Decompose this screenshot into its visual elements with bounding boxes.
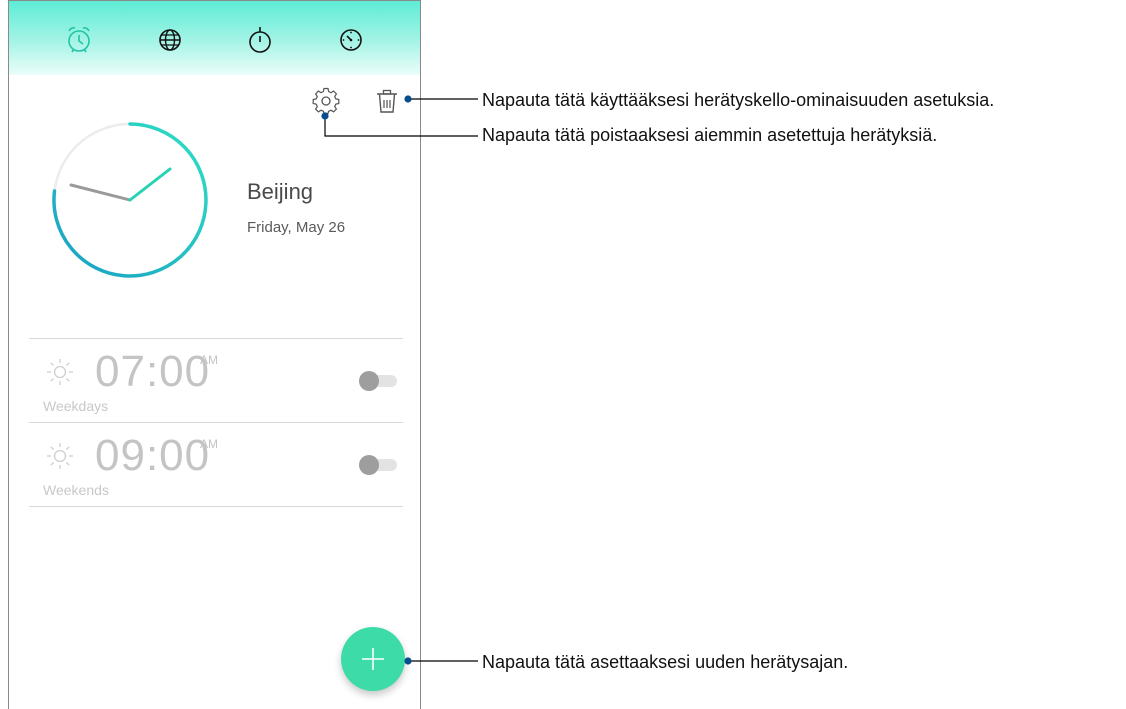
- tab-timer[interactable]: [334, 23, 368, 57]
- alarm-repeat: Weekends: [43, 482, 109, 498]
- alarm-repeat: Weekdays: [43, 398, 109, 414]
- clock-hour-hand: [128, 167, 172, 202]
- delete-button[interactable]: [373, 87, 401, 115]
- trash-icon: [377, 89, 397, 113]
- timer-icon: [340, 29, 362, 51]
- alarm-ampm: AM: [200, 353, 218, 367]
- city-date: Friday, May 26: [247, 219, 346, 236]
- stopwatch-icon: [249, 27, 271, 53]
- divider: [29, 506, 403, 507]
- alarm-item[interactable]: 07:00 AM Weekdays: [29, 339, 403, 423]
- tab-alarm[interactable]: [62, 23, 96, 57]
- globe-icon: [159, 29, 181, 51]
- add-alarm-button[interactable]: [341, 627, 405, 691]
- sun-icon: [47, 359, 73, 385]
- tab-bar: [9, 1, 420, 75]
- callout-settings-text: Napauta tätä poistaaksesi aiemmin asetet…: [482, 125, 938, 145]
- plus-icon: [362, 648, 384, 670]
- alarm-ampm: AM: [200, 437, 218, 451]
- sun-icon: [47, 443, 73, 469]
- toggle-thumb: [359, 455, 379, 475]
- city-name: Beijing: [247, 179, 314, 204]
- settings-button[interactable]: [312, 87, 340, 115]
- gear-icon: [312, 87, 340, 115]
- alarm-time: 09:00: [95, 431, 211, 480]
- clock-app-screen: Beijing Friday, May 26 07:00 AM Weekdays…: [8, 0, 421, 709]
- clock-minute-hand: [69, 183, 132, 202]
- manual-page: Beijing Friday, May 26 07:00 AM Weekdays…: [0, 0, 1126, 709]
- tab-stopwatch[interactable]: [243, 23, 277, 57]
- callout-add-text: Napauta tätä asettaaksesi uuden herätysa…: [482, 652, 849, 672]
- callout-trash-text: Napauta tätä käyttääksesi herätyskello-o…: [482, 90, 995, 110]
- toggle-thumb: [359, 371, 379, 391]
- tab-world-clock[interactable]: [153, 23, 187, 57]
- alarm-clock-icon: [68, 27, 90, 53]
- analog-clock: [49, 119, 211, 281]
- alarm-time: 07:00: [95, 347, 211, 396]
- alarm-toggle[interactable]: [359, 455, 399, 475]
- alarm-item[interactable]: 09:00 AM Weekends: [29, 423, 403, 507]
- alarm-toggle[interactable]: [359, 371, 399, 391]
